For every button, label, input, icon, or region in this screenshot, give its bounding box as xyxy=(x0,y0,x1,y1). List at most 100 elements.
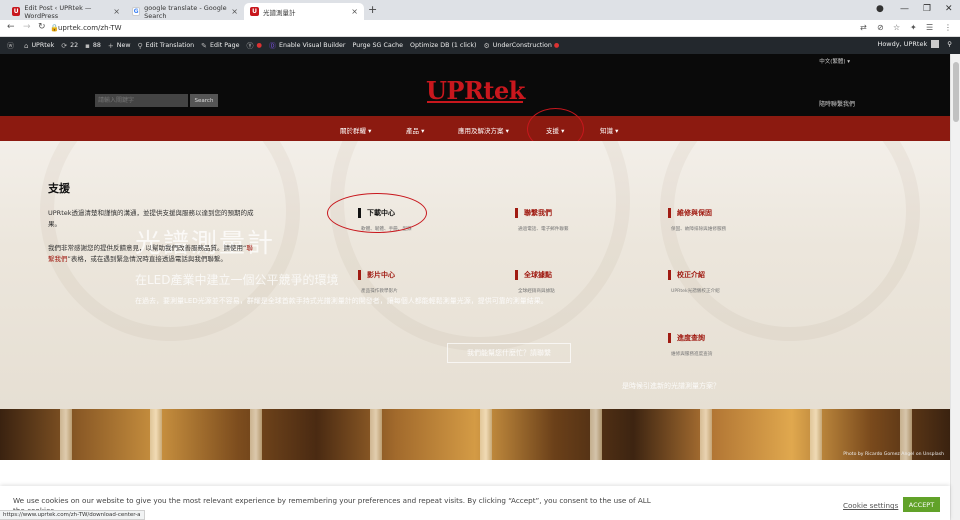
wp-yoast[interactable]: Ⓨ ● xyxy=(247,41,263,51)
cookie-settings-link[interactable]: Cookie settings xyxy=(843,501,898,510)
photo-pillar xyxy=(60,409,72,460)
card-title[interactable]: 影片中心 xyxy=(367,270,395,280)
wp-logo-icon[interactable]: ⓦ xyxy=(7,41,17,51)
tab-title: Edit Post ‹ UPRtek — WordPress xyxy=(24,3,92,20)
divi-icon: Ⓓ xyxy=(269,41,276,50)
window-close-icon[interactable]: ✕ xyxy=(945,4,953,14)
yoast-icon: Ⓨ xyxy=(246,41,254,50)
card-contact-us[interactable]: 聯繫我們 通過電話、電子郵件聯繫 xyxy=(515,208,569,232)
support-intro: UPRtek透過清楚和謹慎的溝通，並提供支援與服務以達到您的預期的成果。 xyxy=(48,209,254,228)
card-title[interactable]: 全球據點 xyxy=(524,270,552,280)
wp-account[interactable]: Howdy, UPRtek ⚲ xyxy=(877,40,952,48)
hero-ghost-paragraph: 在過去，要測量LED光源並不容易，群耀是全球首款手持式光譜測量計的開發者，讓每個… xyxy=(135,297,548,305)
photo-pillar xyxy=(370,409,382,460)
profile-icon[interactable]: ● xyxy=(876,4,884,14)
avatar[interactable] xyxy=(931,40,940,48)
hero-ghost-subheading: 在LED產業中建立一個公平競爭的環境 xyxy=(135,273,339,287)
card-desc: 全球經銷商與據點 xyxy=(518,289,555,294)
forward-icon[interactable]: → xyxy=(23,22,31,32)
card-global-locations[interactable]: 全球據點 全球經銷商與據點 xyxy=(515,270,555,294)
card-title[interactable]: 聯繫我們 xyxy=(524,208,552,218)
wp-updates[interactable]: ⟳ 22 xyxy=(61,42,78,50)
wp-edit-translation[interactable]: ⚲ Edit Translation xyxy=(138,42,195,50)
language-switcher[interactable]: 中文(繁體) ▾ xyxy=(819,57,850,65)
address-bar: ← → ↻ 🔒 uprtek.com/zh-TW ⇄ ⊘ ☆ ✦ ☰ ⋮ xyxy=(0,20,960,37)
photo-pillar xyxy=(590,409,602,460)
tab-title: 光譜測量計 xyxy=(263,8,296,17)
nav-products[interactable]: 產品 ▾ xyxy=(406,125,424,135)
tab-edit-post[interactable]: U Edit Post ‹ UPRtek — WordPress × xyxy=(6,3,126,20)
tab-google-search[interactable]: G google translate - Google Search × xyxy=(126,3,244,20)
site-header: 中文(繁體) ▾ Search UPRtek 隨時聯繫我們 xyxy=(0,54,950,116)
translation-icon: ⚲ xyxy=(137,41,143,50)
card-calibration[interactable]: 校正介紹 UPRtek光譜儀校正介紹 xyxy=(668,270,720,294)
google-favicon-icon: G xyxy=(132,7,141,16)
wp-edit-page[interactable]: ✎ Edit Page xyxy=(201,42,239,50)
card-progress-query[interactable]: 進度查詢 維修與服務進度查詢 xyxy=(668,333,712,357)
card-desc: 保固、故障排除與維修服務 xyxy=(671,227,727,232)
highlight-circle-download xyxy=(327,193,427,233)
restore-icon[interactable]: ❐ xyxy=(923,4,931,14)
dashboard-icon: ⌂ xyxy=(24,41,29,50)
extensions-icon[interactable]: ✦ xyxy=(910,23,917,32)
architecture-photo: Photo by Ricardo Gomez Angel on Unsplash xyxy=(0,409,950,460)
wp-visual-builder[interactable]: Ⓓ Enable Visual Builder xyxy=(269,41,346,51)
tab-spectrometer[interactable]: U 光譜測量計 × xyxy=(244,3,364,20)
close-icon[interactable]: × xyxy=(231,7,238,16)
nav-knowledge[interactable]: 知識 ▾ xyxy=(600,125,618,135)
close-icon[interactable]: × xyxy=(113,7,120,16)
wp-optimize-db[interactable]: Optimize DB (1 click) xyxy=(410,42,476,49)
reading-list-icon[interactable]: ☰ xyxy=(926,23,933,32)
wp-admin-bar: ⓦ ⌂ UPRtek ⟳ 22 ▪ 88 + New ⚲ Edit Translation… xyxy=(0,37,960,54)
accept-cookies-button[interactable]: ACCEPT xyxy=(903,497,940,512)
search-icon[interactable]: ⚲ xyxy=(947,40,952,48)
arch-decoration xyxy=(660,141,920,341)
contact-us-link[interactable]: 隨時聯繫我們 xyxy=(819,99,855,108)
site-search-button[interactable]: Search xyxy=(190,94,218,107)
star-icon[interactable]: ☆ xyxy=(893,23,900,32)
main-navigation: 關於群耀 ▾ 產品 ▾ 應用及解決方案 ▾ 支援 ▾ 知識 ▾ xyxy=(0,116,950,141)
scrollbar-thumb[interactable] xyxy=(953,62,959,122)
status-dot-icon: ● xyxy=(256,42,263,49)
hero-contact-button[interactable]: 我們能幫您什麼忙？請聯繫 xyxy=(447,343,571,363)
site-search-input[interactable] xyxy=(95,94,188,107)
new-tab-button[interactable]: + xyxy=(368,3,377,16)
reload-icon[interactable]: ↻ xyxy=(38,22,46,32)
gear-icon: ⚙ xyxy=(483,41,490,50)
wp-purge-cache[interactable]: Purge SG Cache xyxy=(353,42,404,49)
translate-icon[interactable]: ⇄ xyxy=(860,23,867,32)
card-title[interactable]: 維修與保固 xyxy=(677,208,712,218)
nav-solutions[interactable]: 應用及解決方案 ▾ xyxy=(458,125,509,135)
wp-under-construction[interactable]: ⚙ UnderConstruction ● xyxy=(483,42,559,50)
browser-tab-strip: U Edit Post ‹ UPRtek — WordPress × G goo… xyxy=(0,0,960,20)
minimize-icon[interactable]: — xyxy=(900,4,909,14)
url-field[interactable]: uprtek.com/zh-TW xyxy=(58,24,122,32)
howdy-label[interactable]: Howdy, UPRtek xyxy=(877,40,927,48)
back-icon[interactable]: ← xyxy=(7,22,15,32)
eye-off-icon[interactable]: ⊘ xyxy=(877,23,884,32)
menu-icon[interactable]: ⋮ xyxy=(944,23,952,32)
photo-pillar xyxy=(810,409,822,460)
logo-underline xyxy=(427,101,523,103)
card-video-center[interactable]: 影片中心 產品操作教學影片 xyxy=(358,270,398,294)
page-scrollbar[interactable] xyxy=(950,54,960,520)
support-feedback-text: 我們非常感謝您的提供反饋意見，以幫助我們改善服務品質。請使用“聯繫我們”表格，或… xyxy=(48,243,258,265)
card-desc: UPRtek光譜儀校正介紹 xyxy=(671,289,720,294)
tab-title: google translate - Google Search xyxy=(144,3,227,20)
support-mega-menu: 光譜測量計 在LED產業中建立一個公平競爭的環境 在過去，要測量LED光源並不容… xyxy=(0,141,950,409)
close-icon[interactable]: × xyxy=(351,7,358,16)
card-title[interactable]: 進度查詢 xyxy=(677,333,705,343)
photo-pillar xyxy=(700,409,712,460)
wp-new[interactable]: + New xyxy=(108,42,131,50)
card-title[interactable]: 校正介紹 xyxy=(677,270,705,280)
photo-credit[interactable]: Photo by Ricardo Gomez Angel on Unsplash xyxy=(843,452,944,457)
hero-ghost-tagline: 是時候引進新的光譜測量方案？ xyxy=(622,382,720,390)
card-repair-warranty[interactable]: 維修與保固 保固、故障排除與維修服務 xyxy=(668,208,726,232)
uprtek-favicon-icon: U xyxy=(12,7,21,16)
wp-comments[interactable]: ▪ 88 xyxy=(85,42,101,50)
photo-pillar xyxy=(250,409,262,460)
status-dot-icon: ● xyxy=(553,42,560,49)
feedback-text-a: 我們非常感謝您的提供反饋意見，以幫助我們改善服務品質。請使用“ xyxy=(48,244,247,252)
wp-site-name[interactable]: ⌂ UPRtek xyxy=(24,42,54,50)
nav-about[interactable]: 關於群耀 ▾ xyxy=(340,125,371,135)
